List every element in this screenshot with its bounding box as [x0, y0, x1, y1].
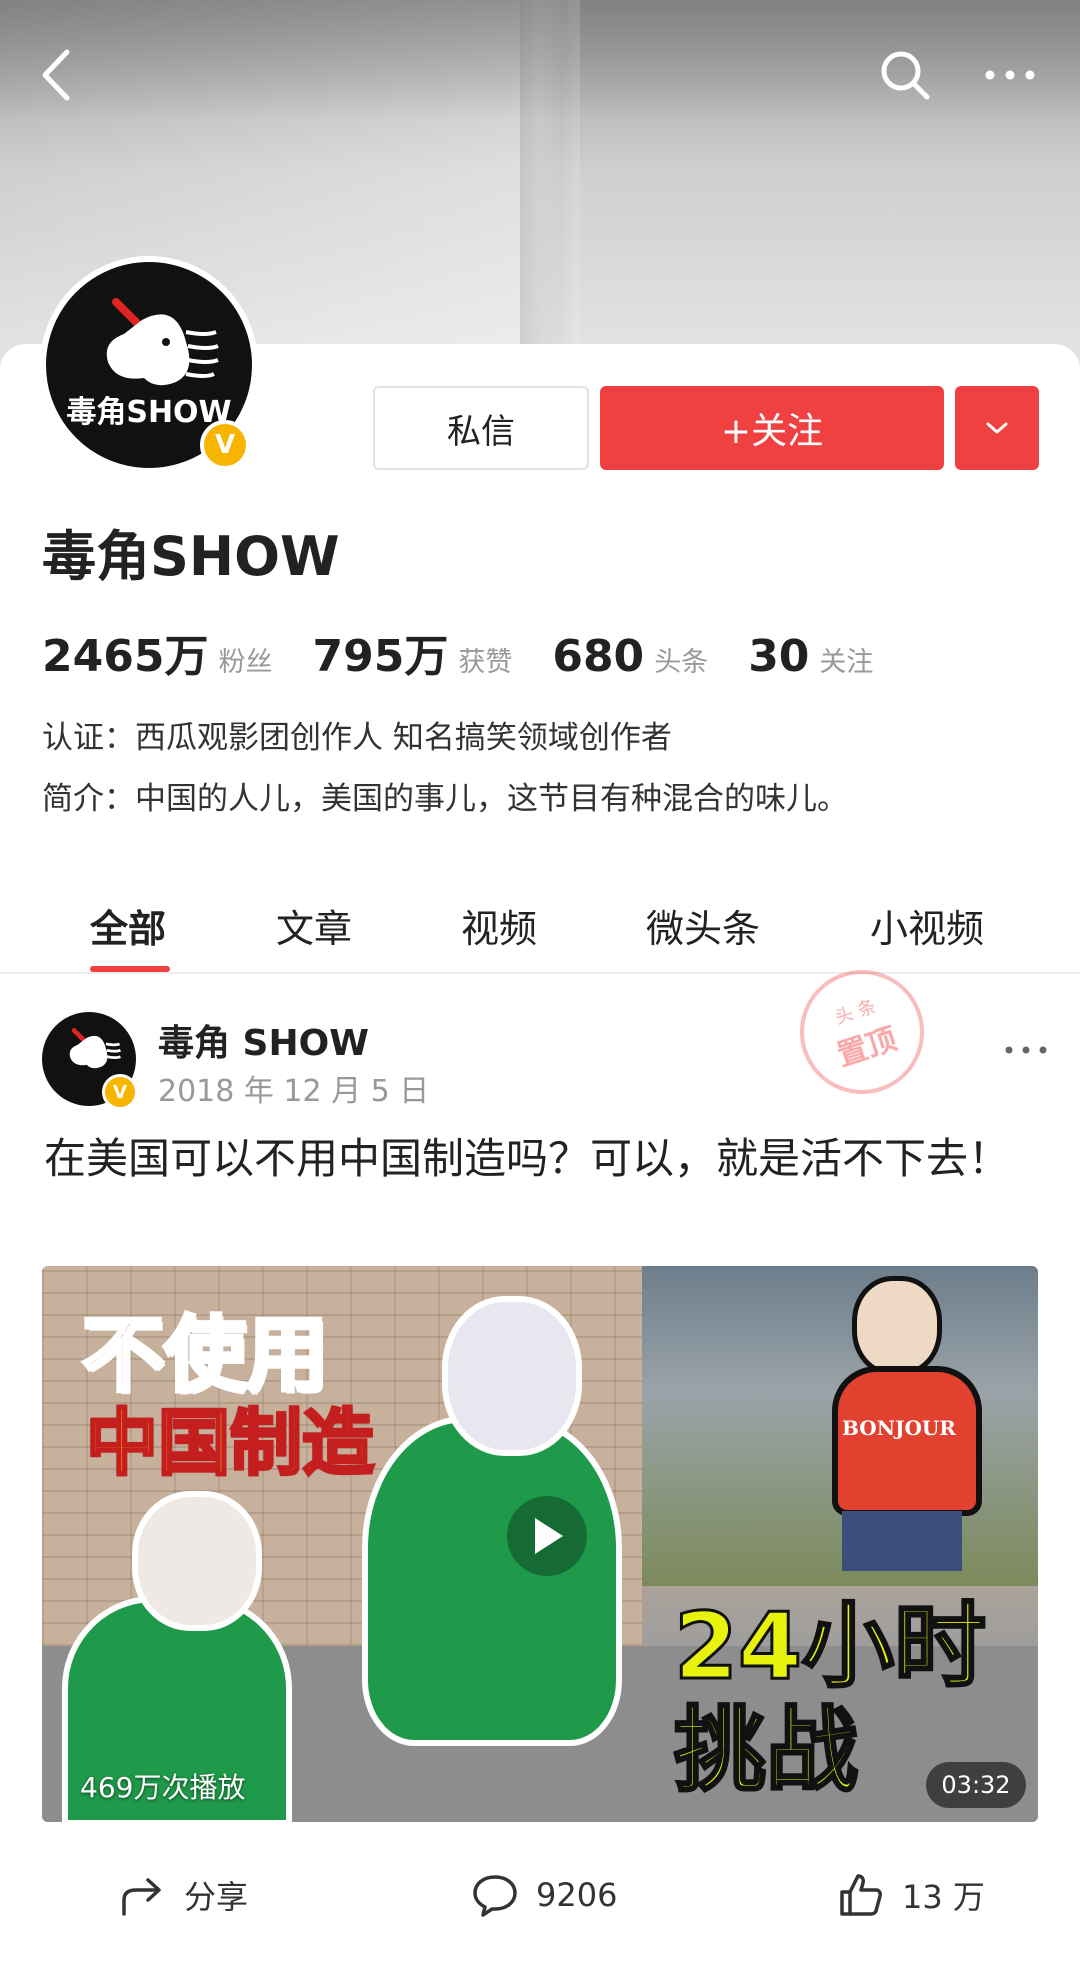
content-tabs: 全部 文章 视频 微头条 小视频: [0, 870, 1080, 974]
stat-following[interactable]: 30 关注: [748, 631, 873, 682]
video-unicorn-head: [442, 1296, 582, 1456]
thumbs-up-icon: [840, 1874, 882, 1916]
play-icon: [535, 1518, 563, 1554]
verification-info: 认证：西瓜观影团创作人 知名搞笑领域创作者: [42, 720, 672, 756]
tab-videos[interactable]: 视频: [461, 898, 537, 953]
video-shirt-text: BONJOUR: [842, 1416, 956, 1440]
post-author-avatar[interactable]: V: [42, 1012, 138, 1110]
stat-posts[interactable]: 680 头条: [552, 631, 708, 682]
video-play-count: 469万次播放: [80, 1771, 246, 1804]
back-button[interactable]: [22, 40, 92, 110]
video-woman-legs: [842, 1511, 962, 1571]
stat-label: 关注: [819, 647, 874, 678]
more-horizontal-icon: [985, 70, 1035, 80]
profile-stats: 2465万 粉丝 795万 获赞 680 头条 30 关注: [42, 620, 913, 684]
share-button[interactable]: 分享: [118, 1862, 248, 1928]
play-button[interactable]: [507, 1496, 587, 1576]
video-duration: 03:32: [926, 1762, 1026, 1808]
share-label: 分享: [184, 1878, 249, 1916]
post-date: 2018 年 12 月 5 日: [158, 1074, 430, 1109]
profile-name: 毒角SHOW: [42, 525, 340, 588]
verified-badge-icon: V: [102, 1074, 138, 1110]
stat-fans[interactable]: 2465万 粉丝: [42, 620, 272, 684]
tab-articles[interactable]: 文章: [276, 898, 352, 953]
post-more-button[interactable]: [996, 1030, 1056, 1070]
video-unicorn-head: [132, 1491, 262, 1631]
follow-button[interactable]: +关注: [600, 386, 944, 470]
share-icon: [122, 1878, 161, 1916]
stat-value: 30: [748, 631, 810, 682]
stat-value: 680: [552, 631, 645, 682]
follow-dropdown-button[interactable]: [955, 386, 1039, 470]
comment-button[interactable]: 9206: [470, 1862, 617, 1928]
svg-text:毒角SHOW: 毒角SHOW: [66, 395, 231, 430]
chevron-down-icon: [986, 422, 1008, 434]
message-button[interactable]: 私信: [373, 386, 589, 470]
post-title[interactable]: 在美国可以不用中国制造吗？可以，就是活不下去！: [44, 1128, 1034, 1190]
active-tab-indicator: [90, 966, 170, 972]
video-overlay-text: 挑战: [672, 1696, 859, 1806]
stat-likes[interactable]: 795万 获赞: [312, 620, 512, 684]
tab-micro-posts[interactable]: 微头条: [646, 898, 760, 953]
tab-all[interactable]: 全部: [90, 898, 166, 953]
stat-label: 头条: [654, 647, 709, 678]
post-author-name[interactable]: 毒角 SHOW: [158, 1014, 369, 1066]
stat-value: 2465万: [42, 631, 209, 682]
pinned-stamp: 头 条 置顶: [783, 953, 941, 1111]
comment-icon: [473, 1875, 517, 1917]
like-button[interactable]: 13 万: [836, 1862, 985, 1928]
video-player[interactable]: BONJOUR 不使用 中国制造 24小时 挑战 469万次播放 03:32: [42, 1266, 1038, 1822]
search-icon: [881, 51, 930, 100]
more-button[interactable]: [975, 40, 1045, 110]
search-button[interactable]: [870, 40, 940, 110]
video-overlay-text: 中国制造: [84, 1400, 375, 1487]
bio-info: 简介：中国的人儿，美国的事儿，这节目有种混合的味儿。: [42, 781, 848, 817]
banner-shadow-stripe: [520, 0, 580, 380]
stat-label: 粉丝: [218, 647, 273, 678]
stat-value: 795万: [312, 631, 449, 682]
video-woman: [832, 1366, 982, 1516]
like-count: 13 万: [902, 1878, 985, 1916]
video-figure-main: [362, 1416, 622, 1746]
more-horizontal-icon: [1005, 1046, 1047, 1054]
tab-short-videos[interactable]: 小视频: [870, 898, 984, 953]
video-woman-head: [852, 1276, 942, 1376]
verified-badge-icon: V: [200, 420, 250, 470]
chevron-left-icon: [42, 49, 70, 101]
comment-count: 9206: [536, 1876, 618, 1914]
stat-label: 获赞: [458, 647, 513, 678]
